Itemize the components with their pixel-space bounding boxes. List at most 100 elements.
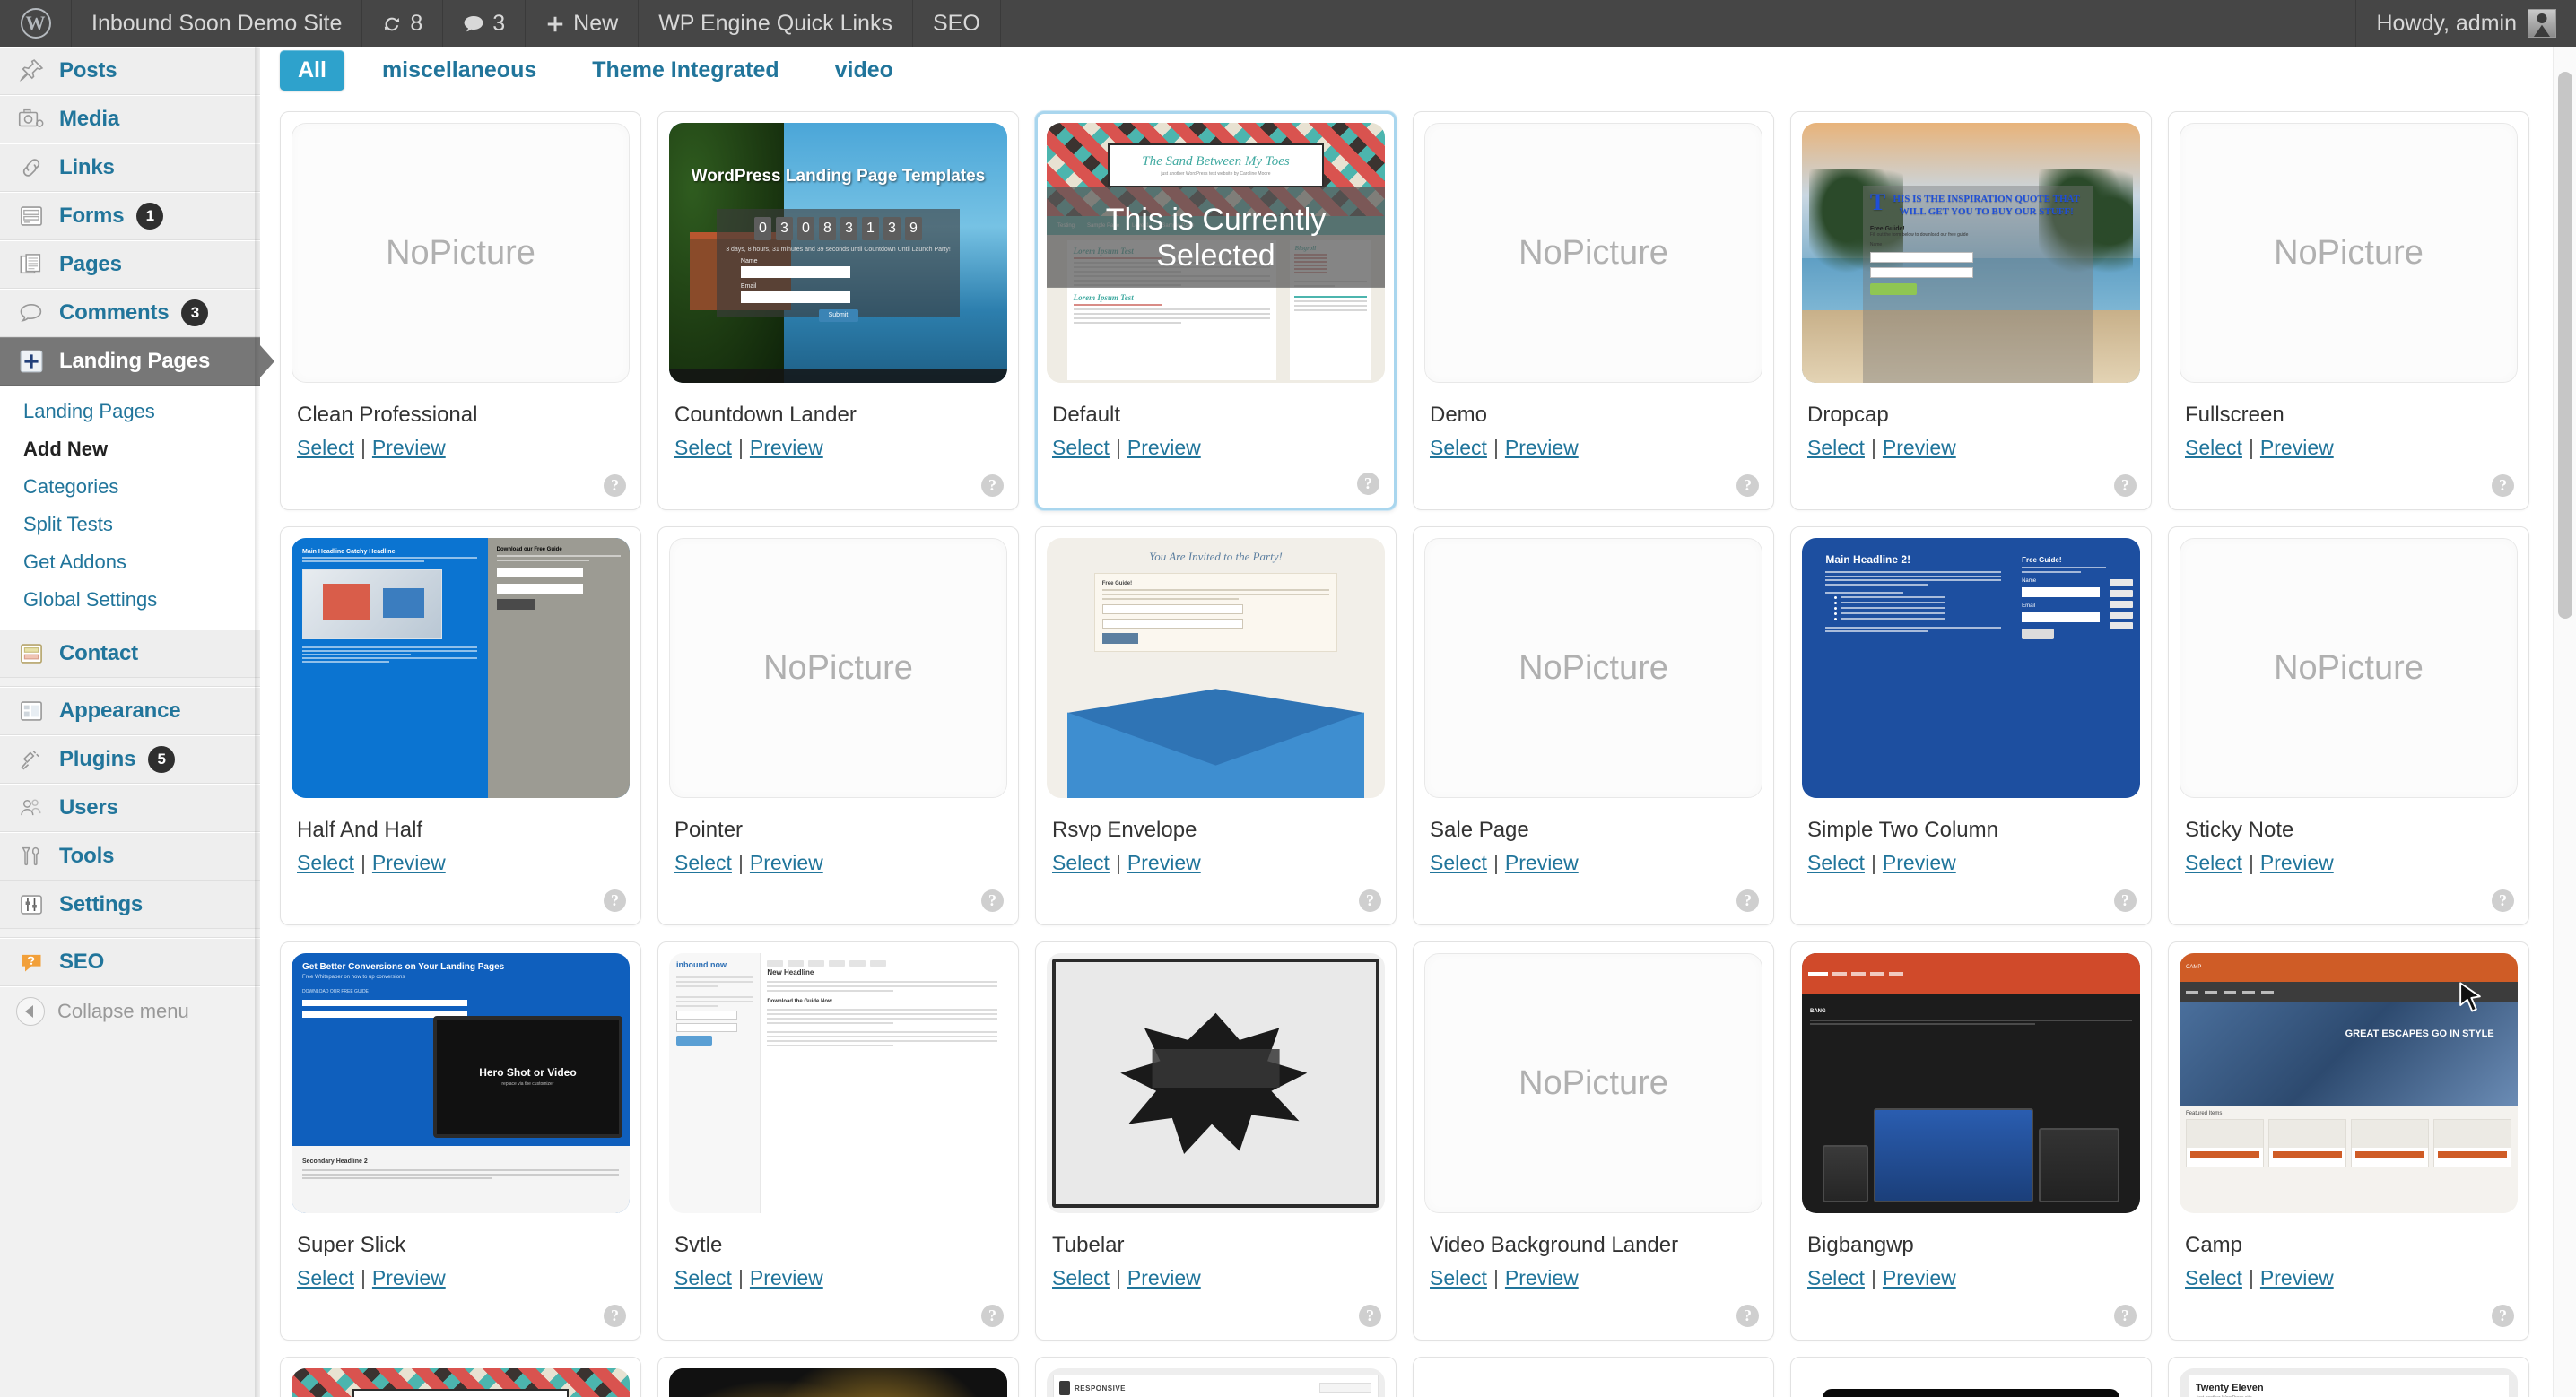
template-card[interactable]: NoPictureSticky NoteSelect|Preview? bbox=[2168, 526, 2529, 925]
select-link[interactable]: Select bbox=[297, 436, 354, 459]
template-card[interactable]: SwitchUp Studios – Ping! Site wide adjus… bbox=[657, 1357, 1019, 1397]
preview-link[interactable]: Preview bbox=[2260, 436, 2334, 459]
submenu-item-get-addons[interactable]: Get Addons bbox=[0, 543, 260, 581]
preview-link[interactable]: Preview bbox=[2260, 851, 2334, 874]
select-link[interactable]: Select bbox=[1430, 436, 1487, 459]
select-link[interactable]: Select bbox=[1052, 436, 1110, 459]
sidebar-item-media[interactable]: Media bbox=[0, 95, 260, 143]
filter-tab-all[interactable]: All bbox=[280, 50, 344, 91]
sidebar-item-pages[interactable]: Pages bbox=[0, 240, 260, 289]
help-icon[interactable]: ? bbox=[604, 474, 626, 497]
submenu-item-split-tests[interactable]: Split Tests bbox=[0, 506, 260, 543]
help-icon[interactable]: ? bbox=[2492, 1305, 2514, 1327]
sidebar-item-users[interactable]: Users bbox=[0, 784, 260, 832]
wpengine-quick-links-menu[interactable]: WP Engine Quick Links bbox=[639, 0, 913, 47]
help-icon[interactable]: ? bbox=[2114, 474, 2137, 497]
preview-link[interactable]: Preview bbox=[2260, 1266, 2334, 1289]
preview-link[interactable]: Preview bbox=[1127, 1266, 1201, 1289]
sidebar-item-appearance[interactable]: Appearance bbox=[0, 687, 260, 735]
select-link[interactable]: Select bbox=[1430, 851, 1487, 874]
help-icon[interactable]: ? bbox=[1736, 1305, 1759, 1327]
filter-tab-miscellaneous[interactable]: miscellaneous bbox=[364, 50, 554, 91]
template-card[interactable]: NoPictureVideo Background LanderSelect|P… bbox=[1413, 941, 1774, 1341]
sidebar-item-seo[interactable]: SEO bbox=[0, 938, 260, 986]
page-scrollbar[interactable] bbox=[2553, 47, 2576, 1397]
help-icon[interactable]: ? bbox=[981, 1305, 1004, 1327]
preview-link[interactable]: Preview bbox=[1883, 1266, 1956, 1289]
help-icon[interactable]: ? bbox=[1736, 474, 1759, 497]
submenu-item-global-settings[interactable]: Global Settings bbox=[0, 581, 260, 619]
help-icon[interactable]: ? bbox=[604, 889, 626, 912]
help-icon[interactable]: ? bbox=[2114, 889, 2137, 912]
wordpress-logo-icon[interactable]: W bbox=[0, 0, 72, 47]
template-card[interactable] bbox=[1790, 1357, 2152, 1397]
select-link[interactable]: Select bbox=[1807, 851, 1865, 874]
sidebar-item-plugins[interactable]: Plugins 5 bbox=[0, 735, 260, 784]
preview-link[interactable]: Preview bbox=[1505, 436, 1579, 459]
preview-link[interactable]: Preview bbox=[750, 851, 823, 874]
help-icon[interactable]: ? bbox=[2492, 889, 2514, 912]
select-link[interactable]: Select bbox=[674, 1266, 732, 1289]
preview-link[interactable]: Preview bbox=[372, 851, 446, 874]
scrollbar-thumb[interactable] bbox=[2558, 72, 2572, 619]
select-link[interactable]: Select bbox=[1807, 1266, 1865, 1289]
select-link[interactable]: Select bbox=[1430, 1266, 1487, 1289]
preview-link[interactable]: Preview bbox=[750, 436, 823, 459]
sidebar-item-posts[interactable]: Posts bbox=[0, 47, 260, 95]
new-content-menu[interactable]: New bbox=[526, 0, 639, 47]
select-link[interactable]: Select bbox=[1807, 436, 1865, 459]
sidebar-item-comments[interactable]: Comments 3 bbox=[0, 289, 260, 337]
sidebar-item-landing-pages[interactable]: Landing Pages bbox=[0, 337, 260, 386]
submenu-item-landing-pages[interactable]: Landing Pages bbox=[0, 393, 260, 430]
select-link[interactable]: Select bbox=[2185, 436, 2242, 459]
preview-link[interactable]: Preview bbox=[750, 1266, 823, 1289]
sidebar-item-tools[interactable]: Tools bbox=[0, 832, 260, 881]
template-card[interactable]: Twenty ElevenJust another WordPress site bbox=[2168, 1357, 2529, 1397]
select-link[interactable]: Select bbox=[1052, 1266, 1110, 1289]
template-card[interactable]: NoPictureDemoSelect|Preview? bbox=[1413, 111, 1774, 510]
select-link[interactable]: Select bbox=[1052, 851, 1110, 874]
help-icon[interactable]: ? bbox=[1359, 889, 1381, 912]
seo-menu[interactable]: SEO bbox=[913, 0, 1001, 47]
template-card[interactable]: BANG BigbangwpSelect|Preview? bbox=[1790, 941, 2152, 1341]
site-name-menu[interactable]: Inbound Soon Demo Site bbox=[72, 0, 362, 47]
help-icon[interactable]: ? bbox=[1359, 1305, 1381, 1327]
template-card[interactable]: Get Better Conversions on Your Landing P… bbox=[280, 941, 641, 1341]
template-card[interactable]: NoPictureSale PageSelect|Preview? bbox=[1413, 526, 1774, 925]
preview-link[interactable]: Preview bbox=[1883, 851, 1956, 874]
help-icon[interactable]: ? bbox=[981, 889, 1004, 912]
select-link[interactable]: Select bbox=[297, 851, 354, 874]
sidebar-item-links[interactable]: Links bbox=[0, 143, 260, 192]
preview-link[interactable]: Preview bbox=[1505, 1266, 1579, 1289]
help-icon[interactable]: ? bbox=[981, 474, 1004, 497]
template-card[interactable]: The Sand Between My Toesjust another Wor… bbox=[1035, 111, 1397, 510]
help-icon[interactable]: ? bbox=[2114, 1305, 2137, 1327]
select-link[interactable]: Select bbox=[2185, 1266, 2242, 1289]
select-link[interactable]: Select bbox=[2185, 851, 2242, 874]
template-card[interactable]: inbound now New Headline Download the Gu… bbox=[657, 941, 1019, 1341]
preview-link[interactable]: Preview bbox=[1505, 851, 1579, 874]
template-card[interactable]: THIS IS THE INSPIRATION QUOTE THAT WILL … bbox=[1790, 111, 2152, 510]
collapse-menu-button[interactable]: Collapse menu bbox=[0, 986, 260, 1037]
template-card[interactable]: NoPictureFullscreenSelect|Preview? bbox=[2168, 111, 2529, 510]
sidebar-item-contact[interactable]: Contact bbox=[0, 629, 260, 678]
sidebar-item-settings[interactable]: Settings bbox=[0, 881, 260, 929]
preview-link[interactable]: Preview bbox=[372, 436, 446, 459]
template-card[interactable]: AUGUST 13, 2013 WordPress Svtele bbox=[1413, 1357, 1774, 1397]
template-card[interactable]: CAMP GREAT ESCAPES GO IN STYLE Featured … bbox=[2168, 941, 2529, 1341]
preview-link[interactable]: Preview bbox=[1127, 436, 1201, 459]
help-icon[interactable]: ? bbox=[2492, 474, 2514, 497]
submenu-item-categories[interactable]: Categories bbox=[0, 468, 260, 506]
template-card[interactable]: WordPress Landing Page Templates 0308313… bbox=[657, 111, 1019, 510]
filter-tab-theme-integrated[interactable]: Theme Integrated bbox=[574, 50, 796, 91]
preview-link[interactable]: Preview bbox=[372, 1266, 446, 1289]
preview-link[interactable]: Preview bbox=[1127, 851, 1201, 874]
template-card[interactable]: The Sand Between My Toesjust another Wor… bbox=[280, 1357, 641, 1397]
filter-tab-video[interactable]: video bbox=[817, 50, 911, 91]
help-icon[interactable]: ? bbox=[1357, 473, 1379, 495]
help-icon[interactable]: ? bbox=[1736, 889, 1759, 912]
template-card[interactable]: Main Headline Catchy Headline Download o… bbox=[280, 526, 641, 925]
updates-menu[interactable]: 8 bbox=[362, 0, 443, 47]
preview-link[interactable]: Preview bbox=[1883, 436, 1956, 459]
select-link[interactable]: Select bbox=[297, 1266, 354, 1289]
